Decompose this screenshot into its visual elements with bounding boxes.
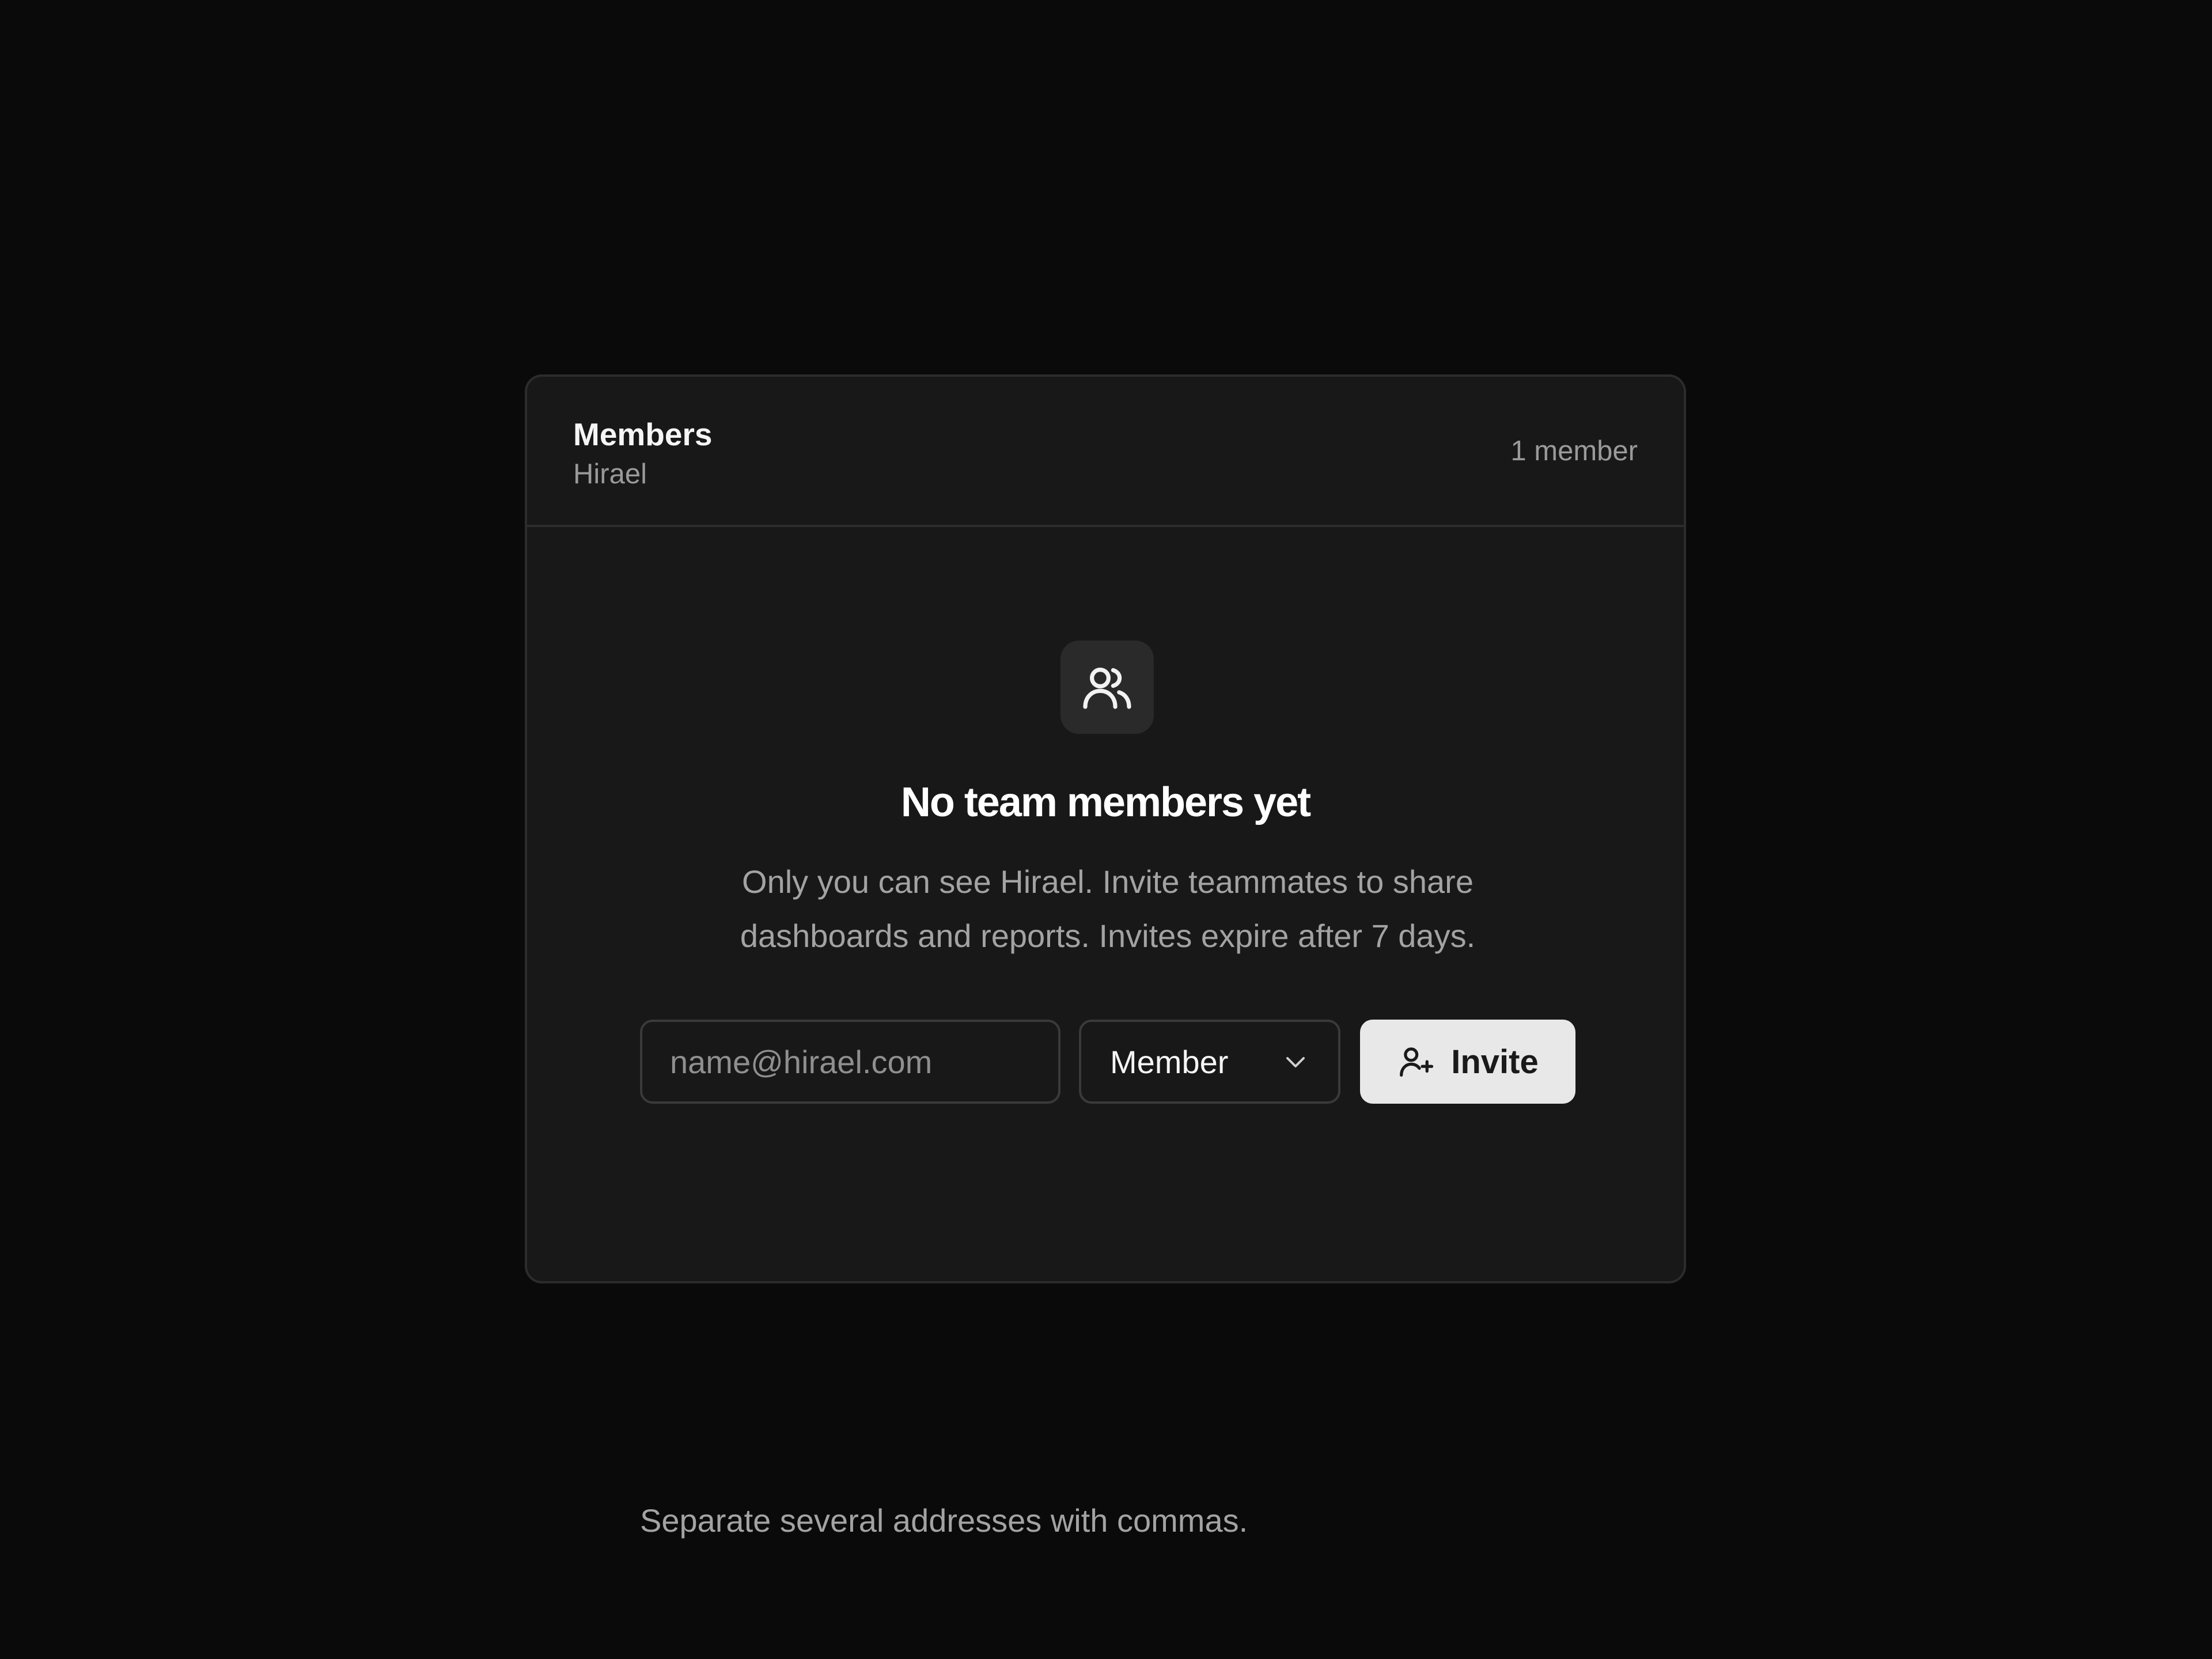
empty-state-description: Only you can see Hirael. Invite teammate… xyxy=(740,863,1476,954)
workspace-name: Hirael xyxy=(573,459,647,490)
page-title: Members xyxy=(573,416,713,452)
role-select-value: Member xyxy=(1110,1043,1229,1080)
email-input[interactable] xyxy=(640,1020,1060,1104)
users-icon xyxy=(1083,668,1131,709)
invite-button-label: Invite xyxy=(1451,1043,1539,1081)
user-plus-icon xyxy=(1400,1047,1434,1077)
empty-state-title: No team members yet xyxy=(900,779,1311,825)
role-select[interactable]: Member xyxy=(1079,1020,1340,1104)
member-count: 1 member xyxy=(1510,435,1638,467)
card-header: Members Hirael 1 member xyxy=(527,377,1684,527)
members-card: Members Hirael 1 member No team members … xyxy=(525,374,1686,1539)
chevron-down-icon xyxy=(1286,1057,1305,1067)
helper-text: Separate several addresses with commas. xyxy=(640,1502,1248,1539)
invite-button[interactable]: Invite xyxy=(1360,1020,1575,1104)
empty-state-icon-box xyxy=(1060,641,1154,734)
